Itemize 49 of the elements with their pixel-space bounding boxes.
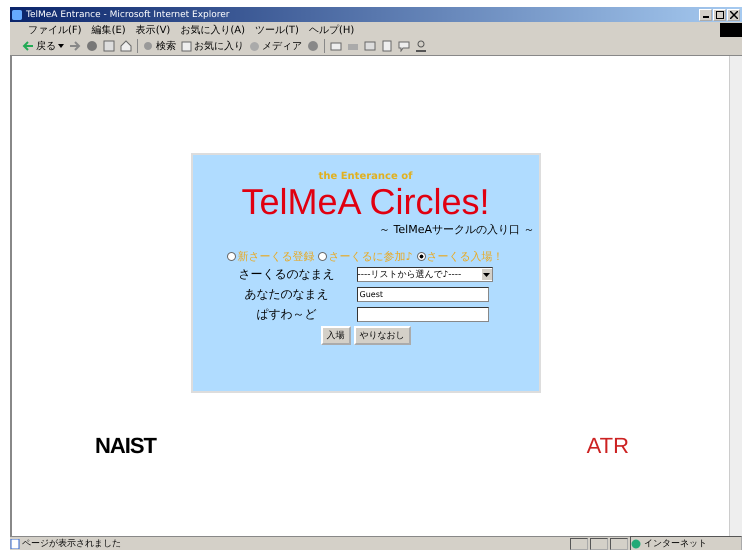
password-input[interactable]	[356, 307, 488, 322]
back-arrow-icon	[22, 41, 34, 51]
chat-bubble-icon[interactable]	[398, 40, 410, 52]
naist-logo: NAIST	[95, 433, 156, 459]
status-pane	[590, 538, 608, 550]
menu-item[interactable]: 表示(V)	[136, 22, 170, 36]
radio-button[interactable]	[227, 252, 236, 261]
menu-item[interactable]: 編集(E)	[92, 22, 126, 36]
form-button[interactable]: やりなおし	[354, 326, 410, 345]
radio-label: さーくるに参加♪	[328, 249, 413, 264]
caret-icon	[58, 44, 64, 48]
media-button[interactable]: メディア	[249, 39, 302, 53]
radio-label: さーくる入場！	[426, 249, 504, 264]
form-button[interactable]: 入場	[320, 326, 350, 345]
person-icon[interactable]	[415, 40, 427, 52]
minimize-icon	[702, 16, 708, 18]
atr-logo: ATR	[586, 433, 629, 459]
status-pane	[610, 538, 628, 550]
field-label: ぱすわ～ど	[256, 306, 318, 323]
favorites-button[interactable]: お気に入り	[181, 39, 244, 53]
back-button[interactable]: 戻る	[22, 39, 64, 53]
status-pane	[570, 538, 588, 550]
minimize-button[interactable]	[699, 8, 712, 20]
menu-item[interactable]: ファイル(F)	[28, 22, 82, 36]
search-button[interactable]: 検索	[143, 39, 176, 53]
status-message: ページが表示されました	[10, 537, 568, 550]
circle-dropdown[interactable]: ----リストから選んで♪----	[356, 267, 492, 282]
maximize-icon	[716, 10, 724, 18]
close-button[interactable]	[727, 8, 740, 20]
radio-label: 新さーくる登録	[237, 249, 314, 264]
scrollbar[interactable]	[729, 56, 742, 536]
radio-button[interactable]	[416, 252, 426, 261]
name-input[interactable]: Guest	[356, 287, 488, 302]
subtitle: the Enterance of	[318, 171, 412, 182]
menu-item[interactable]: ツール(T)	[255, 22, 299, 36]
maximize-button[interactable]	[713, 8, 726, 20]
field-label: あなたのなまえ	[244, 286, 330, 303]
field-label: さーくるのなまえ	[238, 266, 334, 283]
tagline: ～ TelMeAサークルの入り口 ～	[379, 222, 534, 237]
browser-icon	[12, 10, 22, 20]
radio-button[interactable]	[318, 252, 328, 261]
globe-icon	[631, 538, 641, 548]
window-title: TelMeA Entrance - Microsoft Internet Explorer	[26, 10, 231, 20]
menu-item[interactable]: ヘルプ(H)	[308, 22, 354, 36]
page-title: TelMeA Circles!	[241, 182, 490, 222]
close-icon	[730, 10, 738, 18]
zone-indicator: インターネット	[630, 536, 742, 550]
home-icon[interactable]	[120, 40, 132, 52]
menu-item[interactable]: お気に入り(A)	[180, 22, 245, 36]
